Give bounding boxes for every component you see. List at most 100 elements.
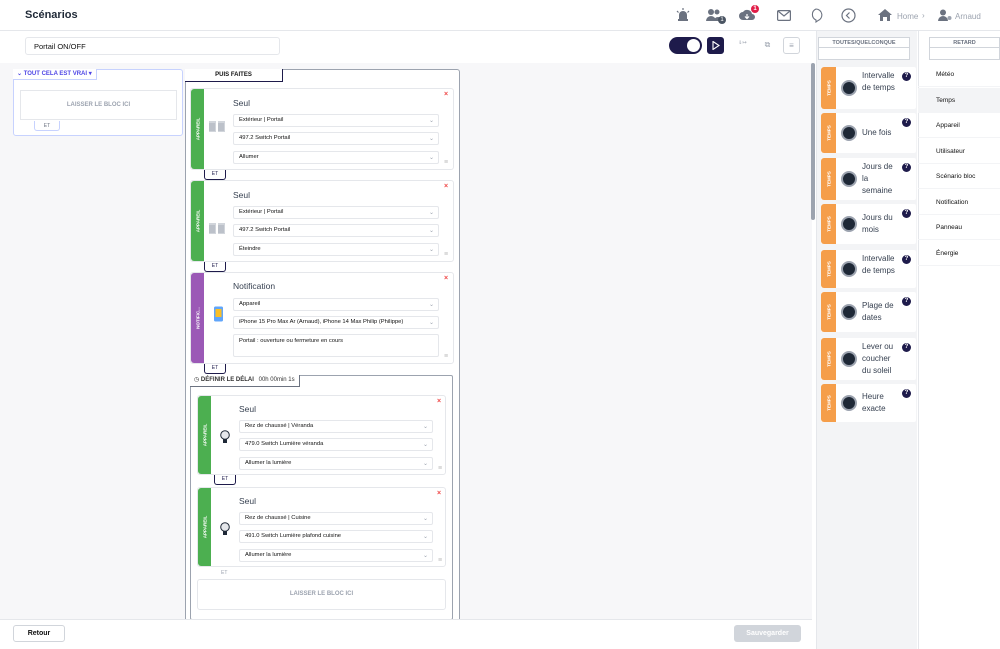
category-item[interactable]: Notification [918,190,1000,215]
category-strip: APPAREIL [198,488,211,566]
card-title: Seul [233,190,251,200]
help-icon[interactable]: ? [902,255,911,264]
help-bubble-icon[interactable] [809,8,823,25]
copy-icon: ⧉ [764,40,771,49]
action-select[interactable]: Éteindre ⌄ [233,243,439,256]
export-button[interactable]: ⇓↦ [734,37,751,54]
location-select[interactable]: Rez de chaussé | Véranda ⌄ [239,420,433,433]
help-icon[interactable]: ? [902,343,911,352]
back-circle-icon[interactable] [841,8,856,25]
action-card[interactable]: APPAREIL Seul × Rez de chaussé | Véranda… [197,395,446,475]
menu-button[interactable]: ≡ [783,37,800,54]
et-connector[interactable]: ET [204,170,226,180]
drag-handle-icon[interactable]: ≡ [438,465,442,472]
location-select[interactable]: Extérieur | Portail ⌄ [233,206,439,219]
copy-button[interactable]: ⧉ [759,37,776,54]
tab-delay[interactable]: RETARD [929,37,1000,47]
conditions-et-tab[interactable]: ET [34,121,60,131]
tab-delay-field[interactable] [929,47,1000,60]
action-select[interactable]: Allumer ⌄ [233,151,439,164]
et-connector[interactable]: ET [204,364,226,374]
category-item[interactable]: Utilisateur [918,139,1000,164]
device-select[interactable]: 491.0 Switch Lumière plafond cuisine ⌄ [239,530,433,543]
palette-item[interactable]: TEMPS Jours du mois? [821,204,916,244]
scenario-enabled-toggle[interactable] [669,37,702,54]
et-label: ET [221,570,228,576]
palette-item[interactable]: TEMPS Plage de dates? [821,292,916,332]
drag-handle-icon[interactable]: ≡ [444,159,448,166]
tab-all-any-field[interactable] [818,47,910,60]
category-item[interactable]: Énergie [918,241,1000,266]
menu-lines-icon: ≡ [789,41,794,50]
palette-item[interactable]: TEMPS Intervalle de temps? [821,250,916,288]
clock-icon [841,261,857,277]
help-icon[interactable]: ? [902,209,911,218]
conditions-mode-dropdown[interactable]: ⌄ TOUT CELA EST VRAI ▾ [13,69,97,80]
help-icon[interactable]: ? [902,297,911,306]
clock-icon [841,216,857,232]
tab-all-any[interactable]: TOUTES/QUELCONQUE [818,37,910,47]
drag-handle-icon[interactable]: ≡ [444,353,448,360]
action-select[interactable]: Allumer la lumière ⌄ [239,457,433,470]
help-icon[interactable]: ? [902,118,911,127]
location-select[interactable]: Rez de chaussé | Cuisine ⌄ [239,512,433,525]
chevron-down-icon: ⌄ [422,553,428,559]
category-item[interactable]: Scénario bloc [918,164,1000,189]
clock-icon [841,395,857,411]
action-card[interactable]: APPAREIL Seul × Extérieur | Portail ⌄ 497… [190,180,454,262]
remove-block-icon[interactable]: × [444,91,448,98]
save-button[interactable]: Sauvegarder [734,625,801,642]
category-item[interactable]: Appareil [918,113,1000,138]
category-item[interactable]: Panneau [918,215,1000,240]
message-textarea[interactable]: Portail : ouverture ou fermeture en cour… [233,334,439,357]
category-strip: TEMPS [821,158,836,200]
device-select[interactable]: 479.0 Switch Lumière véranda ⌄ [239,438,433,451]
category-item[interactable]: Temps [918,87,1000,113]
remove-block-icon[interactable]: × [444,275,448,282]
device-select[interactable]: 497.2 Switch Portail ⌄ [233,132,439,145]
home-icon[interactable] [878,9,892,23]
notification-card[interactable]: NOTIFIC... Notification × Appareil ⌄ iPho… [190,272,454,364]
user-avatar-icon[interactable] [938,9,952,23]
card-title: Seul [239,496,257,506]
help-icon[interactable]: ? [902,72,911,81]
category-strip: TEMPS [821,67,836,109]
scenario-name-input[interactable]: Portail ON/OFF [25,37,280,55]
back-button[interactable]: Retour [13,625,65,642]
gate-icon [209,119,225,135]
palette-item[interactable]: TEMPS Jours de la semaine? [821,158,916,200]
run-scenario-button[interactable] [707,37,724,54]
location-select[interactable]: Extérieur | Portail ⌄ [233,114,439,127]
alarm-icon[interactable] [676,8,690,24]
et-connector[interactable]: ET [204,262,226,272]
remove-block-icon[interactable]: × [444,183,448,190]
palette-item-label: Une fois [862,128,892,137]
help-icon[interactable]: ? [902,389,911,398]
user-name[interactable]: Arnaud [955,12,981,21]
drag-handle-icon[interactable]: ≡ [438,557,442,564]
notification-type-select[interactable]: Appareil ⌄ [233,298,439,311]
action-card[interactable]: APPAREIL Seul × Rez de chaussé | Cuisine… [197,487,446,567]
palette-item[interactable]: TEMPS Lever ou coucher du soleil? [821,338,916,380]
notification-count-badge: 1 [751,5,759,13]
palette-item[interactable]: TEMPS Une fois? [821,113,916,153]
mail-icon[interactable] [777,10,792,23]
recipients-select[interactable]: iPhone 15 Pro Max Ar (Arnaud), iPhone 14… [233,316,439,329]
action-select[interactable]: Allumer la lumière ⌄ [239,549,433,562]
drag-handle-icon[interactable]: ≡ [444,251,448,258]
palette-item[interactable]: TEMPS Heure exacte? [821,384,916,422]
category-item[interactable]: Météo [918,62,1000,87]
help-icon[interactable]: ? [902,163,911,172]
conditions-drop-zone[interactable]: LAISSER LE BLOC ICI [20,90,177,120]
canvas-scrollbar[interactable] [811,63,815,220]
delay-header[interactable]: ◷ DÉFINIR LE DÉLAI 00h 00min 1s [190,375,300,387]
et-connector[interactable]: ET [214,475,236,485]
action-card[interactable]: APPAREIL Seul × Extérieur | Portail ⌄ 497… [190,88,454,170]
breadcrumb-home[interactable]: Home [897,12,918,21]
chevron-right-icon: › [922,11,925,20]
remove-block-icon[interactable]: × [437,490,441,497]
remove-block-icon[interactable]: × [437,398,441,405]
delay-drop-zone[interactable]: LAISSER LE BLOC ICI [197,579,446,610]
palette-item[interactable]: TEMPS Intervalle de temps? [821,67,916,109]
device-select[interactable]: 497.2 Switch Portail ⌄ [233,224,439,237]
